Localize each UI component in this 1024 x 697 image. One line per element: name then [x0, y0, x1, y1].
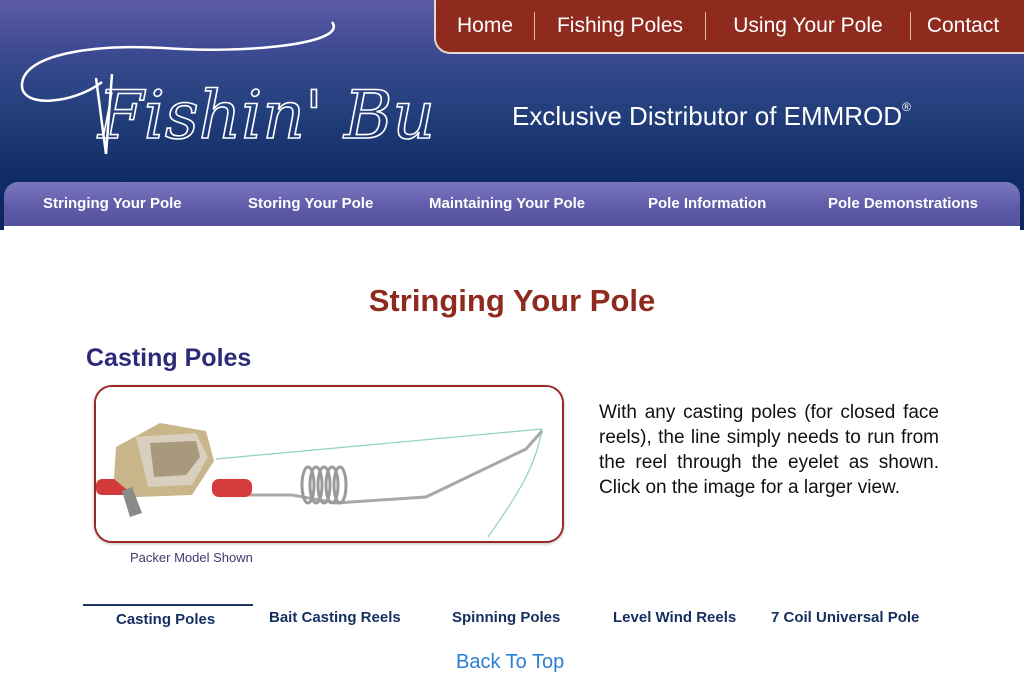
subnav-maintaining[interactable]: Maintaining Your Pole: [429, 195, 585, 212]
tagline-text: Exclusive Distributor of EMMROD: [512, 101, 903, 131]
svg-text:Fishin' Buddy: Fishin' Buddy: [97, 77, 434, 154]
tagline: Exclusive Distributor of EMMROD®: [512, 100, 911, 132]
sub-nav: Stringing Your Pole Storing Your Pole Ma…: [4, 182, 1020, 226]
back-to-top-link[interactable]: Back To Top: [456, 651, 564, 674]
top-nav: Home Fishing Poles Using Your Pole Conta…: [436, 0, 1024, 52]
section-title: Casting Poles: [86, 344, 252, 372]
nav-using-your-pole[interactable]: Using Your Pole: [706, 14, 910, 38]
tab-7-coil-universal-pole[interactable]: 7 Coil Universal Pole: [771, 609, 919, 626]
photo-caption: Packer Model Shown: [130, 550, 253, 565]
nav-fishing-poles[interactable]: Fishing Poles: [535, 14, 705, 38]
tab-bait-casting-reels[interactable]: Bait Casting Reels: [269, 609, 401, 626]
site-header: Fishin' Buddy Exclusive Distributor of E…: [0, 0, 1024, 230]
subnav-stringing[interactable]: Stringing Your Pole: [43, 195, 182, 212]
page-title: Stringing Your Pole: [368, 283, 656, 318]
subnav-storing[interactable]: Storing Your Pole: [248, 195, 373, 212]
active-tab-indicator: [83, 604, 253, 606]
tab-spinning-poles[interactable]: Spinning Poles: [452, 609, 560, 626]
nav-contact[interactable]: Contact: [911, 14, 1015, 38]
subnav-pole-demonstrations[interactable]: Pole Demonstrations: [828, 195, 978, 212]
casting-pole-photo[interactable]: [94, 385, 564, 543]
casting-pole-illustration: [96, 387, 562, 541]
registered-mark: ®: [902, 100, 911, 115]
subnav-pole-information[interactable]: Pole Information: [648, 195, 766, 212]
body-text: With any casting poles (for closed face …: [599, 402, 939, 498]
tab-casting-poles[interactable]: Casting Poles: [116, 611, 215, 628]
nav-home[interactable]: Home: [436, 14, 534, 38]
fishin-buddy-logo[interactable]: Fishin' Buddy: [14, 14, 434, 174]
tab-level-wind-reels[interactable]: Level Wind Reels: [613, 609, 736, 626]
